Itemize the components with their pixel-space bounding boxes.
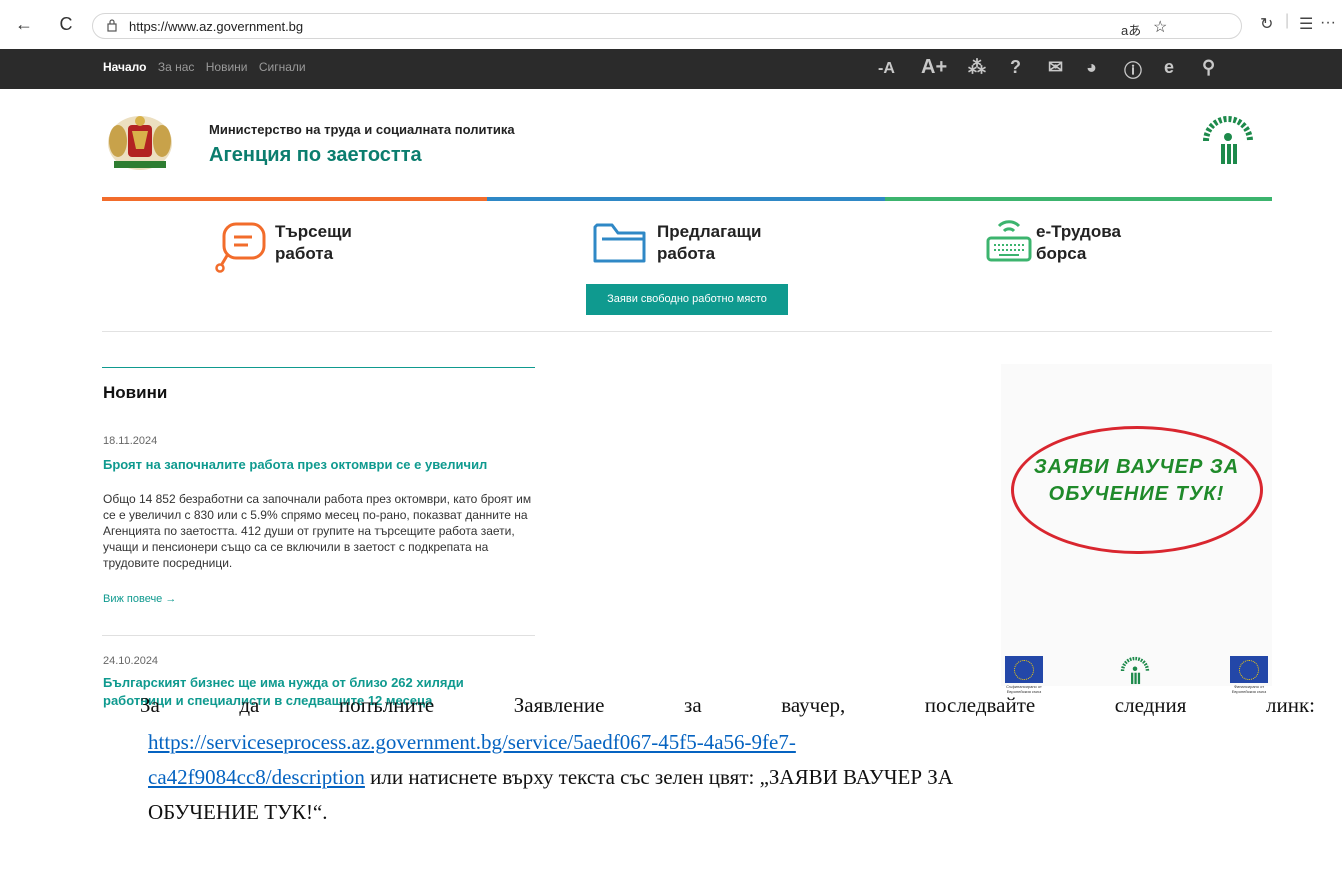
back-arrow-icon[interactable]: ←	[14, 14, 34, 34]
category-employers[interactable]: Предлагащи работа	[657, 221, 761, 265]
agency-name[interactable]: Агенция по заетостта	[209, 144, 422, 167]
stripe-blue	[487, 197, 885, 201]
nav-signals[interactable]: Сигнали	[259, 60, 306, 74]
nav-news[interactable]: Новини	[206, 60, 248, 74]
news-headline[interactable]: Броят на започналите работа през октомвр…	[103, 456, 533, 474]
doc-word: последвайте	[924, 693, 1036, 717]
category-e-labour-line2: борса	[1036, 244, 1087, 263]
banner-line1: ЗАЯВИ ВАУЧЕР ЗА	[1033, 456, 1240, 478]
more-menu-icon[interactable]: ···	[1320, 14, 1336, 32]
category-e-labour-exchange[interactable]: е-Трудова борса	[1036, 221, 1121, 265]
bulgarian-coat-of-arms-logo[interactable]	[106, 113, 174, 173]
favorite-star-icon[interactable]: ☆	[1153, 17, 1167, 37]
browser-chrome: ← C https://www.az.government.bg aあ ☆ ↻ …	[0, 0, 1342, 44]
news-date: 24.10.2024	[103, 655, 159, 667]
news-section-title: Новини	[103, 383, 168, 402]
address-bar[interactable]: https://www.az.government.bg aあ ☆	[92, 13, 1242, 39]
doc-word: линк:	[1265, 693, 1315, 717]
ministry-name: Министерство на труда и социалната полит…	[209, 122, 515, 137]
category-e-labour-line1: е-Трудова	[1036, 222, 1121, 241]
stripe-orange	[102, 197, 487, 201]
category-employers-line2: работа	[657, 244, 716, 263]
doc-word: за	[684, 693, 702, 717]
category-jobseekers-line1: Търсещи	[275, 222, 352, 241]
toolbar-divider: |	[1285, 12, 1290, 29]
doc-after-link: или натиснете върху текста със зелен цвя…	[364, 765, 953, 789]
reload-icon[interactable]: C	[56, 14, 76, 34]
nav-home[interactable]: Начало	[103, 60, 146, 74]
doc-word: да	[239, 693, 260, 717]
reader-mode-icon[interactable]: aあ	[1121, 20, 1141, 39]
news-separator	[102, 635, 535, 636]
url-text[interactable]: https://www.az.government.bg	[129, 19, 303, 34]
agency-logo[interactable]	[1198, 111, 1258, 171]
read-more-link[interactable]: Виж повече →	[103, 593, 176, 605]
voucher-service-link[interactable]: https://serviceseprocess.az.government.b…	[148, 730, 796, 755]
eu-flag-icon	[1005, 656, 1043, 683]
agency-small-logo	[1120, 656, 1150, 685]
e-services-icon[interactable]: e	[1164, 57, 1174, 78]
favorites-icon[interactable]: ☰	[1299, 14, 1313, 34]
doc-line-4: ОБУЧЕНИЕ ТУК!“.	[148, 800, 328, 824]
category-jobseekers[interactable]: Търсещи работа	[275, 221, 352, 265]
banner-line2: ОБУЧЕНИЕ ТУК!	[1048, 483, 1225, 505]
info-icon[interactable]: ⓘ	[1124, 57, 1142, 83]
doc-word: Заявление	[513, 693, 605, 717]
top-navigation: Начало За нас Новини Сигнали	[103, 60, 314, 74]
search-icon[interactable]: ⚲	[1202, 57, 1215, 78]
news-date: 18.11.2024	[103, 435, 158, 447]
keyboard-wifi-icon[interactable]	[985, 218, 1033, 264]
section-divider	[102, 331, 1272, 332]
category-employers-line1: Предлагащи	[657, 222, 762, 241]
sitemap-icon[interactable]: ⁂	[968, 57, 986, 78]
chat-bubble-icon[interactable]	[214, 220, 268, 276]
mail-icon[interactable]: ✉	[1048, 57, 1063, 78]
doc-word: За	[140, 693, 160, 717]
nav-about[interactable]: За нас	[158, 60, 195, 74]
site-topbar: Начало За нас Новини Сигнали -A A+ ⁂ ? ✉…	[0, 49, 1342, 89]
font-increase-button[interactable]: A+	[921, 56, 947, 79]
doc-line-1: За да попълните Заявление за ваучер, пос…	[140, 693, 1315, 718]
voucher-service-link-cont[interactable]: ca42f9084cc8/description	[148, 765, 365, 789]
extensions-icon[interactable]: ↻	[1260, 14, 1273, 34]
doc-line-3: ca42f9084cc8/description или натиснете в…	[148, 765, 953, 790]
news-body: Общо 14 852 безработни са започнали рабо…	[103, 492, 532, 570]
banner-text[interactable]: ЗАЯВИ ВАУЧЕР ЗА ОБУЧЕНИЕ ТУК!	[1001, 454, 1272, 508]
folder-icon[interactable]	[592, 219, 648, 265]
font-decrease-button[interactable]: -A	[878, 60, 895, 78]
globe-icon[interactable]: ◕	[1086, 57, 1097, 78]
declare-vacancy-button[interactable]: Заяви свободно работно място	[586, 284, 788, 315]
voucher-banner[interactable]: ЗАЯВИ ВАУЧЕР ЗА ОБУЧЕНИЕ ТУК! Съфинансир…	[1001, 364, 1272, 694]
help-icon[interactable]: ?	[1010, 57, 1021, 78]
lock-icon	[107, 19, 117, 32]
doc-word: ваучер,	[781, 693, 846, 717]
eu-flag-icon	[1230, 656, 1268, 683]
doc-word: попълните	[338, 693, 435, 717]
news-top-rule	[102, 367, 535, 368]
category-jobseekers-line2: работа	[275, 244, 334, 263]
stripe-green	[885, 197, 1272, 201]
doc-word: следния	[1114, 693, 1187, 717]
